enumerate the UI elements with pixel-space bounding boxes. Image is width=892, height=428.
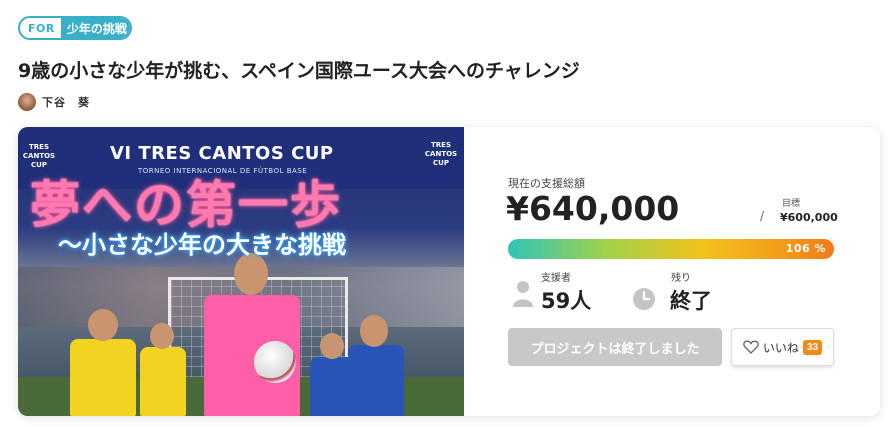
image-player — [70, 339, 136, 416]
badge-prefix: FOR — [28, 21, 55, 35]
badge-category: 少年の挑戦 — [60, 18, 130, 38]
project-owner[interactable]: 下谷 葵 — [18, 93, 90, 111]
progress-percent: 106 % — [785, 242, 826, 255]
goal-label: 目標 — [782, 199, 801, 209]
project-main-image: TRES CANTOS CUP TRES CANTOS CUP VI TRES … — [18, 127, 464, 416]
goal-amount: ¥600,000 — [780, 211, 838, 224]
image-player-head — [320, 333, 344, 359]
progress-fill: 106 % — [508, 239, 834, 259]
clock-icon — [633, 288, 655, 310]
supporters-label: 支援者 — [541, 273, 571, 284]
tournament-logo-right: TRES CANTOS CUP — [424, 141, 458, 167]
image-player-head — [88, 309, 118, 341]
image-soccer-ball — [254, 341, 296, 383]
owner-name[interactable]: 下谷 葵 — [42, 94, 90, 110]
image-subheadline: ～小さな少年の大きな挑戦 — [58, 231, 346, 259]
project-title: 9歳の小さな少年が挑む、スペイン国際ユース大会へのチャレンジ — [18, 60, 580, 82]
like-button[interactable]: いいね 33 — [731, 328, 834, 366]
person-icon — [513, 281, 533, 307]
remaining-label: 残り — [671, 273, 691, 284]
project-ended-button[interactable]: プロジェクトは終了しました — [508, 328, 722, 366]
project-card: TRES CANTOS CUP TRES CANTOS CUP VI TRES … — [18, 127, 880, 416]
image-player-head — [360, 315, 388, 347]
heart-icon — [743, 340, 759, 354]
remaining-value: 終了 — [670, 289, 712, 313]
image-player — [348, 345, 404, 416]
image-player-head — [150, 323, 174, 349]
funding-panel: 現在の支援総額 ¥640,000 / 目標 ¥600,000 106 % 支援者… — [464, 127, 880, 416]
goal-separator: / — [760, 209, 765, 223]
image-player — [140, 347, 186, 416]
total-amount: ¥640,000 — [506, 189, 680, 228]
supporters-count: 59人 — [541, 289, 592, 313]
avatar[interactable] — [18, 93, 36, 111]
image-banner-text: VI TRES CANTOS CUP — [110, 143, 334, 164]
like-label: いいね — [762, 340, 799, 355]
progress-bar: 106 % — [508, 239, 834, 259]
category-badge[interactable]: FOR 少年の挑戦 — [18, 16, 132, 40]
like-count-badge: 33 — [802, 339, 823, 355]
